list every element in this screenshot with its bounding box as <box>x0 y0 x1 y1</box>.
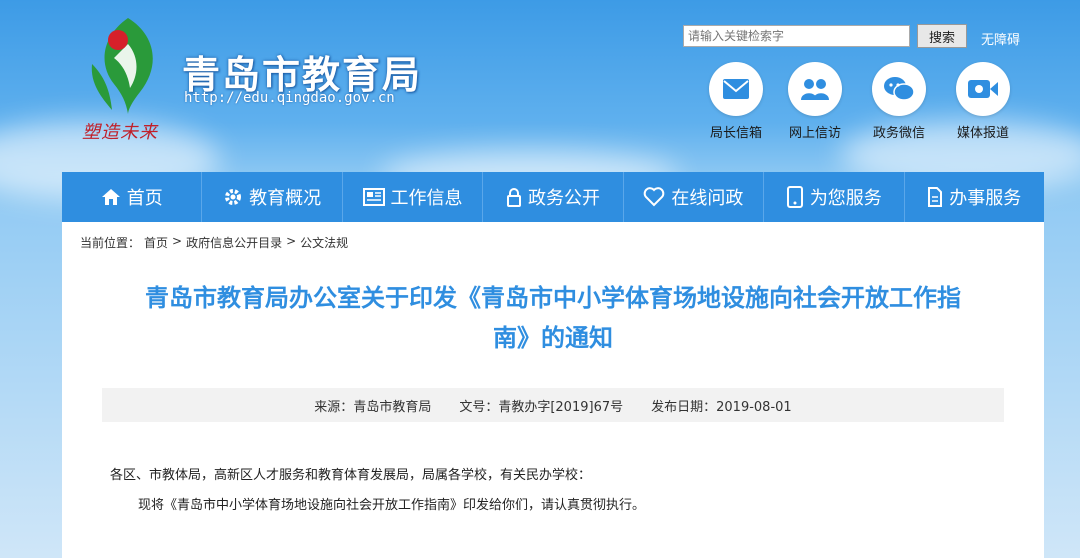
accessibility-link[interactable]: 无障碍 <box>981 29 1020 48</box>
lock-icon <box>506 188 521 207</box>
nav-item-label: 办事服务 <box>949 188 1022 209</box>
nav-item-online-inquiry[interactable]: 在线问政 <box>624 172 765 222</box>
site-url: http://edu.qingdao.gov.cn <box>184 90 395 106</box>
nav-item-label: 在线问政 <box>671 188 744 209</box>
breadcrumb: 当前位置： 首页 > 政府信息公开目录 > 公文法规 <box>80 234 348 251</box>
quick-link-mailbox[interactable]: 局长信箱 <box>696 62 776 141</box>
nav-item-label: 为您服务 <box>809 188 882 209</box>
document-icon <box>928 187 943 207</box>
nav-item-label: 首页 <box>126 188 163 209</box>
article-title: 青岛市教育局办公室关于印发《青岛市中小学体育场地设施向社会开放工作指 南》的通知 <box>102 278 1004 358</box>
home-icon <box>101 189 120 205</box>
mail-icon <box>709 62 763 116</box>
content-panel: 当前位置： 首页 > 政府信息公开目录 > 公文法规 青岛市教育局办公室关于印发… <box>62 222 1044 558</box>
breadcrumb-link-home[interactable]: 首页 <box>144 234 168 251</box>
meta-label: 发布日期： <box>651 399 717 415</box>
nav-item-overview[interactable]: 教育概况 <box>202 172 343 222</box>
meta-doc-number: 文号：青教办字[2019]67号 <box>459 396 623 415</box>
quick-link-petition[interactable]: 网上信访 <box>775 62 855 141</box>
nav-item-label: 工作信息 <box>390 188 463 209</box>
meta-date: 发布日期：2019-08-01 <box>651 396 792 415</box>
article-title-line: 青岛市教育局办公室关于印发《青岛市中小学体育场地设施向社会开放工作指 <box>145 284 961 312</box>
people-icon <box>788 62 842 116</box>
newspaper-icon <box>362 188 385 206</box>
heart-icon <box>644 187 665 207</box>
nav-item-affairs[interactable]: 办事服务 <box>905 172 1044 222</box>
breadcrumb-link-regulations[interactable]: 公文法规 <box>300 234 348 251</box>
article-title-line: 南》的通知 <box>493 324 613 352</box>
video-icon <box>956 62 1010 116</box>
quick-link-label: 政务微信 <box>872 126 925 141</box>
article-body: 现将《青岛市中小学体育场地设施向社会开放工作指南》印发给你们，请认真贯彻执行。 <box>138 498 646 513</box>
meta-source: 来源：青岛市教育局 <box>314 396 431 415</box>
phone-icon <box>786 186 803 208</box>
meta-value: 青岛市教育局 <box>353 399 432 415</box>
breadcrumb-link-catalog[interactable]: 政府信息公开目录 <box>186 234 282 251</box>
bureau-logo[interactable] <box>84 14 166 116</box>
meta-label: 文号： <box>459 399 499 415</box>
search-button[interactable]: 搜索 <box>917 24 967 48</box>
meta-value: 青教办字[2019]67号 <box>498 399 624 415</box>
breadcrumb-separator: > <box>286 234 297 248</box>
nav-item-work-info[interactable]: 工作信息 <box>343 172 484 222</box>
quick-link-wechat[interactable]: 政务微信 <box>859 62 939 141</box>
quick-link-label: 局长信箱 <box>709 126 762 141</box>
nav-item-services[interactable]: 为您服务 <box>764 172 905 222</box>
nav-item-home[interactable]: 首页 <box>62 172 203 222</box>
article-meta: 来源：青岛市教育局 文号：青教办字[2019]67号 发布日期：2019-08-… <box>102 388 1004 422</box>
search-input[interactable] <box>683 25 910 47</box>
wechat-icon <box>872 62 926 116</box>
seal-text: 塑造未来 <box>82 122 158 143</box>
quick-link-media[interactable]: 媒体报道 <box>943 62 1023 141</box>
quick-link-label: 媒体报道 <box>956 126 1009 141</box>
meta-value: 2019-08-01 <box>716 399 792 415</box>
quick-link-label: 网上信访 <box>788 126 841 141</box>
main-nav: 首页 教育概况 工作信息 政务公开 在线问政 为您服务 办事服务 <box>62 172 1044 222</box>
nav-item-gov-affairs[interactable]: 政务公开 <box>483 172 624 222</box>
gear-icon <box>225 189 242 205</box>
nav-item-label: 教育概况 <box>249 188 322 209</box>
nav-item-label: 政务公开 <box>527 188 600 209</box>
breadcrumb-prefix: 当前位置： <box>80 236 141 250</box>
article-addressee: 各区、市教体局，高新区人才服务和教育体育发展局，局属各学校，有关民办学校： <box>110 468 592 483</box>
meta-label: 来源： <box>314 399 354 415</box>
breadcrumb-separator: > <box>172 234 183 248</box>
